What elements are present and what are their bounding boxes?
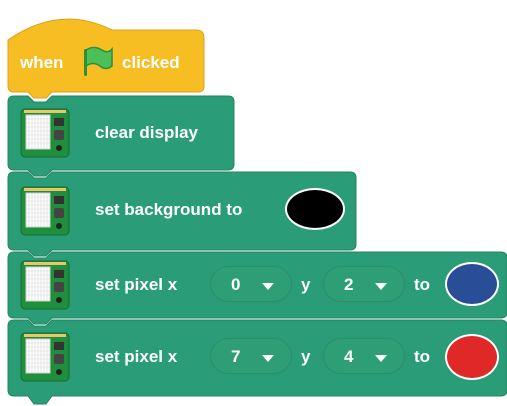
y-value-dropdown[interactable]: 4: [323, 338, 405, 374]
y-label: y: [301, 275, 311, 294]
background-color-swatch[interactable]: [285, 188, 345, 230]
x-value-dropdown[interactable]: 0: [210, 266, 292, 302]
to-label: to: [414, 347, 431, 366]
set-background-label: set background to: [95, 200, 243, 219]
x-value-dropdown[interactable]: 7: [210, 338, 292, 374]
x-value: 0: [231, 275, 241, 294]
y-value: 2: [344, 275, 354, 294]
dropdown-arrow-icon: [262, 283, 274, 290]
dropdown-arrow-icon: [375, 355, 387, 362]
clicked-label: clicked: [122, 53, 180, 72]
y-label: y: [301, 347, 311, 366]
dropdown-arrow-icon: [375, 283, 387, 290]
dropdown-arrow-icon: [262, 355, 274, 362]
sense-hat-board-icon: [20, 332, 70, 382]
sense-hat-board-icon: [20, 186, 70, 236]
y-value-dropdown[interactable]: 2: [323, 266, 405, 302]
sense-hat-board-icon: [20, 260, 70, 310]
sense-hat-board-icon: [20, 108, 70, 158]
set-pixel-label: set pixel x: [95, 275, 178, 294]
clear-display-label: clear display: [95, 123, 199, 142]
pixel-color-swatch[interactable]: [445, 262, 499, 306]
y-value: 4: [344, 347, 354, 366]
x-value: 7: [231, 347, 241, 366]
green-flag-icon: [84, 46, 113, 76]
pixel-color-swatch[interactable]: [445, 334, 499, 380]
set-pixel-label: set pixel x: [95, 347, 178, 366]
to-label: to: [414, 275, 431, 294]
when-label: when: [20, 53, 64, 72]
